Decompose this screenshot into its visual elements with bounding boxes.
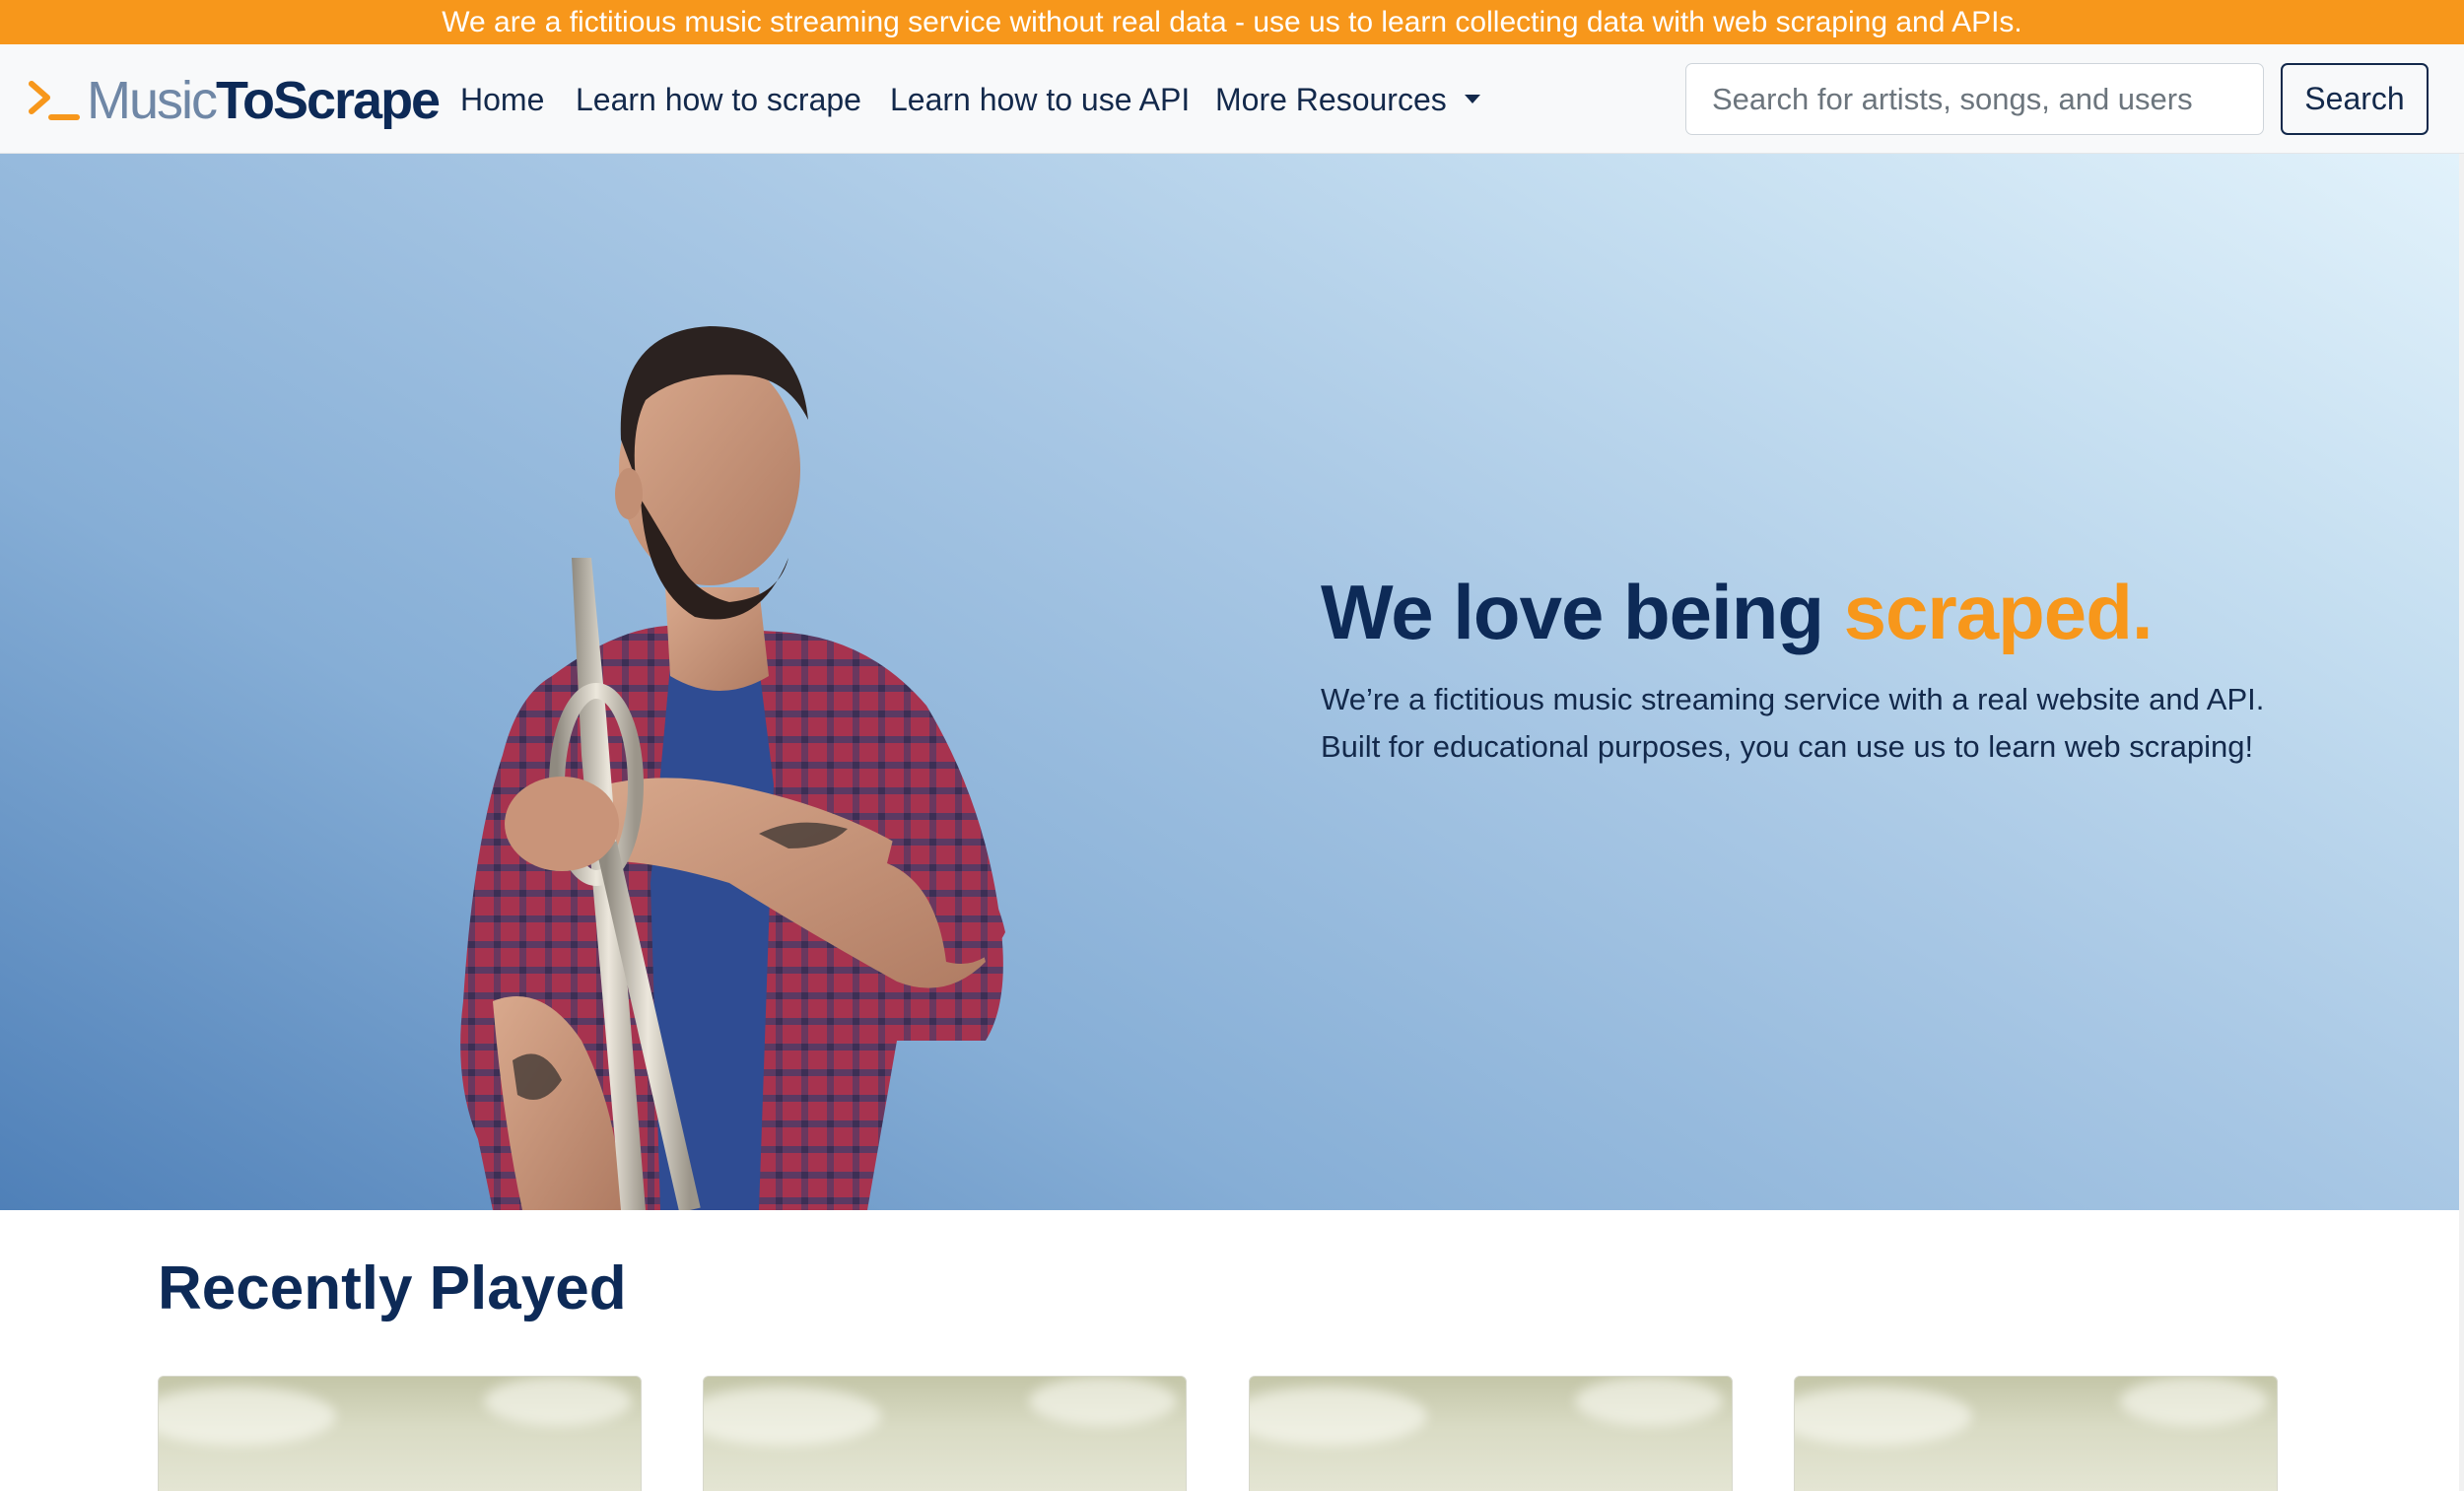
hero-subtitle-line-1: We’re a fictitious music streaming servi… [1321, 682, 2265, 716]
hero-subtitle: We’re a fictitious music streaming servi… [1321, 676, 2306, 771]
site-logo[interactable]: MusicToScrape [28, 74, 441, 127]
card-cover-image [159, 1387, 336, 1446]
hero-title: We love being scraped. [1321, 568, 2154, 657]
card-cover-image [704, 1387, 881, 1446]
announcement-banner: We are a fictitious music streaming serv… [0, 0, 2464, 44]
hero-musician-image [460, 326, 1005, 1210]
hero-subtitle-line-2: Built for educational purposes, you can … [1321, 729, 2254, 764]
logo-text-toscrape: ToScrape [216, 71, 441, 130]
nav-link-home[interactable]: Home [460, 82, 544, 117]
nav-dropdown-label: More Resources [1215, 82, 1447, 117]
nav-link-learn-api[interactable]: Learn how to use API [890, 82, 1190, 117]
recently-played-heading: Recently Played [158, 1254, 627, 1322]
page: We are a fictitious music streaming serv… [0, 0, 2464, 1491]
card-cover-image-cloud [1575, 1377, 1723, 1426]
recently-played-card[interactable] [703, 1376, 1187, 1491]
recently-played-card[interactable] [1249, 1376, 1733, 1491]
recently-played-card[interactable] [158, 1376, 642, 1491]
recently-played-card[interactable] [1794, 1376, 2278, 1491]
card-cover-image-cloud [1029, 1377, 1177, 1426]
card-cover-image [1250, 1387, 1427, 1446]
card-cover-image-cloud [484, 1377, 632, 1426]
nav-link-learn-scrape[interactable]: Learn how to scrape [576, 82, 861, 117]
hero-title-accent: scraped. [1843, 569, 2154, 655]
search-button[interactable]: Search [2281, 63, 2429, 135]
terminal-prompt-icon [29, 81, 80, 120]
hero-section: We love being scraped. We’re a fictitiou… [0, 154, 2459, 1210]
navbar: MusicToScrape Home Learn how to scrape L… [0, 44, 2464, 154]
caret-down-icon [1464, 95, 1480, 104]
nav-dropdown-more-resources[interactable]: More Resources [1215, 82, 1480, 117]
card-cover-image [1795, 1387, 1972, 1446]
logo-text-music: Music [87, 71, 218, 130]
scrollbar-track[interactable] [2459, 154, 2464, 1491]
card-cover-image-cloud [2120, 1377, 2268, 1426]
hero-title-main: We love being [1321, 569, 1844, 655]
search-input[interactable] [1685, 63, 2264, 135]
logo-text: MusicToScrape [87, 74, 441, 127]
